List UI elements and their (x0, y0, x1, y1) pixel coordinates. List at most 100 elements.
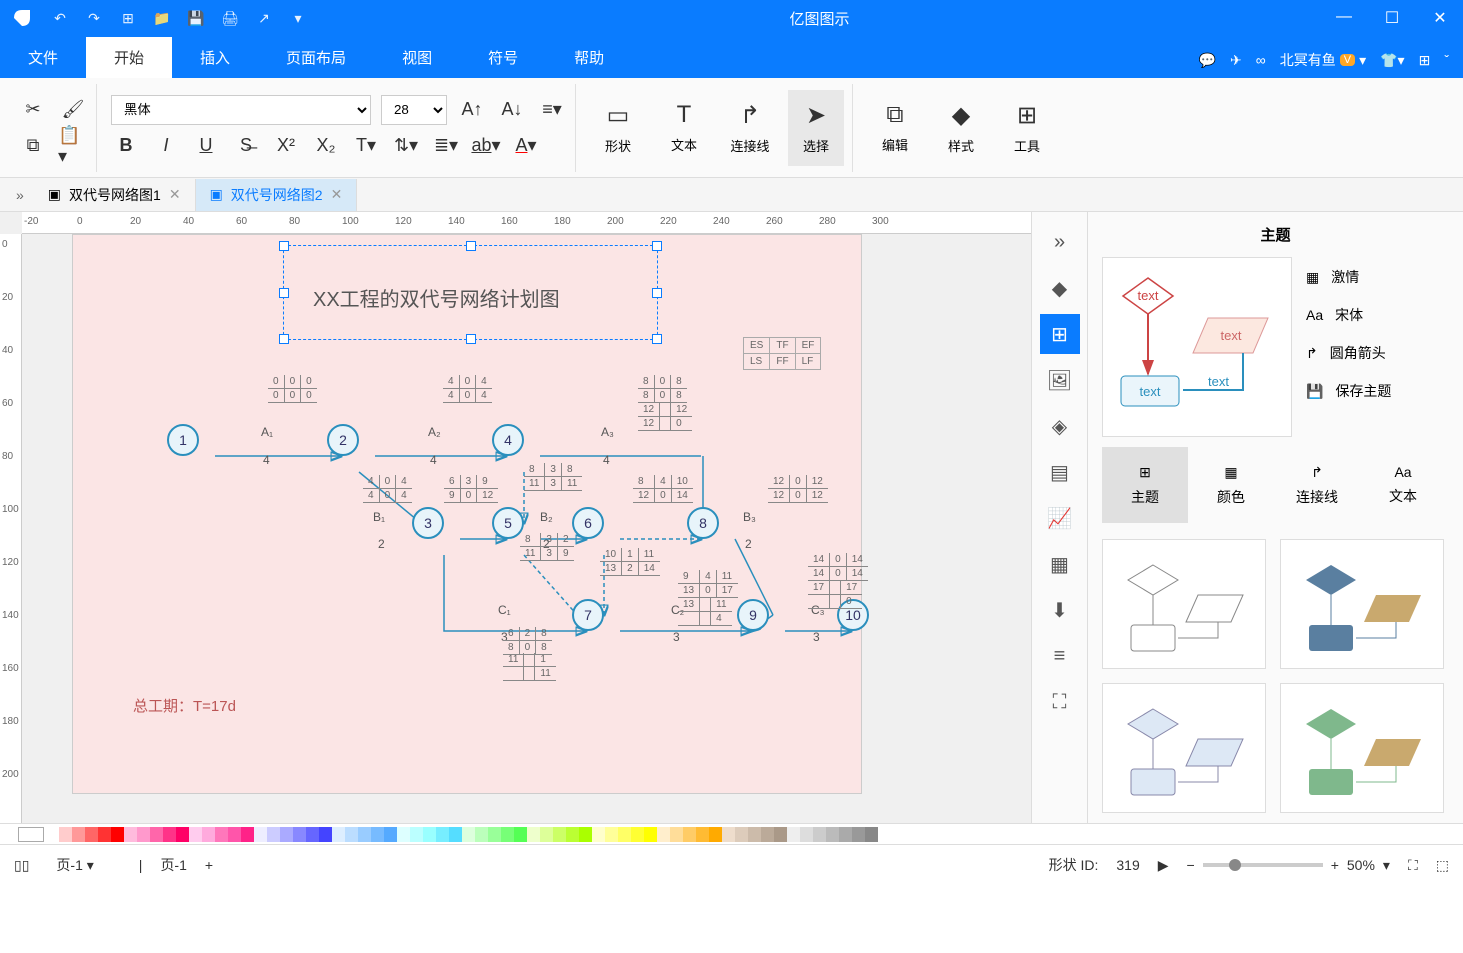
expand-docs-button[interactable]: » (6, 187, 34, 203)
minimize-button[interactable]: — (1329, 8, 1359, 28)
increase-font-button[interactable]: A↑ (457, 95, 487, 125)
bullets-button[interactable]: ≣▾ (431, 131, 461, 161)
theme-thumb[interactable] (1280, 539, 1444, 669)
color-swatch[interactable] (670, 827, 683, 842)
theme-opt-save[interactable]: 💾保存主题 (1306, 381, 1449, 401)
color-swatch[interactable] (267, 827, 280, 842)
decrease-font-button[interactable]: A↓ (497, 95, 527, 125)
user-menu[interactable]: 北冥有鱼V▾ (1280, 50, 1366, 70)
superscript-button[interactable]: X² (271, 131, 301, 161)
theme-opt-passion[interactable]: ▦激情 (1306, 267, 1449, 287)
color-swatch[interactable] (748, 827, 761, 842)
color-swatch[interactable] (319, 827, 332, 842)
color-swatch[interactable] (215, 827, 228, 842)
color-swatch[interactable] (735, 827, 748, 842)
color-swatch[interactable] (787, 827, 800, 842)
theme-panel-button[interactable]: ⊞ (1040, 314, 1080, 354)
style-tool-button[interactable]: ◆样式 (933, 90, 989, 166)
new-button[interactable]: ⊞ (116, 6, 140, 30)
color-swatch[interactable] (722, 827, 735, 842)
open-button[interactable]: 📁 (150, 6, 174, 30)
theme-thumb[interactable] (1102, 539, 1266, 669)
diagram-title[interactable]: XX工程的双代号网络计划图 (313, 283, 560, 312)
doc-tab-2[interactable]: ▣ 双代号网络图2 ✕ (196, 179, 358, 211)
color-swatch[interactable] (384, 827, 397, 842)
apps-icon[interactable]: ⊞ (1419, 52, 1431, 69)
color-swatch[interactable] (644, 827, 657, 842)
color-swatch[interactable] (709, 827, 722, 842)
chart-panel-button[interactable]: 📈 (1040, 498, 1080, 538)
save-button[interactable]: 💾 (184, 6, 208, 30)
subscript-button[interactable]: X₂ (311, 131, 341, 161)
expand-panel-button[interactable]: » (1040, 222, 1080, 262)
select-tool-button[interactable]: ➤选择 (788, 90, 844, 166)
edit-tool-button[interactable]: ⧉编辑 (867, 90, 923, 166)
share-icon[interactable]: ∞ (1256, 52, 1266, 68)
format-painter-button[interactable]: 🖌 (58, 95, 88, 125)
color-swatch[interactable] (488, 827, 501, 842)
export-panel-button[interactable]: ⬇ (1040, 590, 1080, 630)
undo-button[interactable]: ↶ (48, 6, 72, 30)
tab-file[interactable]: 文件 (0, 37, 86, 78)
tab-page-layout[interactable]: 页面布局 (258, 37, 374, 78)
close-tab-button[interactable]: ✕ (331, 186, 343, 203)
node-7[interactable]: 7 (572, 599, 604, 631)
color-swatch[interactable] (566, 827, 579, 842)
shape-tool-button[interactable]: ▭形状 (590, 90, 646, 166)
color-swatch[interactable] (527, 827, 540, 842)
color-swatch[interactable] (813, 827, 826, 842)
color-swatch[interactable] (501, 827, 514, 842)
color-swatch[interactable] (72, 827, 85, 842)
color-swatch[interactable] (306, 827, 319, 842)
layers-panel-button[interactable]: ◈ (1040, 406, 1080, 446)
theme-thumb[interactable] (1102, 683, 1266, 813)
table-panel-button[interactable]: ▦ (1040, 544, 1080, 584)
color-swatch[interactable] (59, 827, 72, 842)
panel-tab-text[interactable]: Aa文本 (1360, 447, 1446, 523)
outline-panel-button[interactable]: ▤ (1040, 452, 1080, 492)
add-page-button[interactable]: + (205, 857, 213, 873)
color-swatch[interactable] (657, 827, 670, 842)
theme-opt-arrow[interactable]: ↱圆角箭头 (1306, 343, 1449, 363)
send-icon[interactable]: ✈ (1230, 52, 1242, 69)
color-swatch[interactable] (540, 827, 553, 842)
font-color-button[interactable]: A▾ (511, 131, 541, 161)
copy-button[interactable]: ⧉ (18, 131, 48, 161)
page-selector[interactable]: 页-1 ▾ (47, 850, 120, 880)
color-swatch[interactable] (280, 827, 293, 842)
tab-start[interactable]: 开始 (86, 37, 172, 78)
maximize-button[interactable]: ☐ (1377, 8, 1407, 28)
node-6[interactable]: 6 (572, 507, 604, 539)
color-swatch[interactable] (475, 827, 488, 842)
node-4[interactable]: 4 (492, 424, 524, 456)
chat-icon[interactable]: 💬 (1199, 52, 1216, 69)
color-swatch[interactable] (293, 827, 306, 842)
color-swatch[interactable] (345, 827, 358, 842)
zoom-in-button[interactable]: + (1331, 857, 1339, 873)
bold-button[interactable]: B (111, 131, 141, 161)
color-swatch[interactable] (228, 827, 241, 842)
color-swatch[interactable] (46, 827, 59, 842)
tab-help[interactable]: 帮助 (546, 37, 632, 78)
color-swatch[interactable] (800, 827, 813, 842)
color-swatch[interactable] (98, 827, 111, 842)
color-swatch[interactable] (241, 827, 254, 842)
color-swatch[interactable] (423, 827, 436, 842)
italic-button[interactable]: I (151, 131, 181, 161)
color-swatch[interactable] (696, 827, 709, 842)
zoom-out-button[interactable]: − (1187, 857, 1195, 873)
tab-symbol[interactable]: 符号 (460, 37, 546, 78)
color-swatch[interactable] (150, 827, 163, 842)
tab-view[interactable]: 视图 (374, 37, 460, 78)
tab-insert[interactable]: 插入 (172, 37, 258, 78)
color-swatch[interactable] (163, 827, 176, 842)
no-fill-swatch[interactable] (18, 827, 44, 842)
tool-button[interactable]: ⊞工具 (999, 90, 1055, 166)
node-1[interactable]: 1 (167, 424, 199, 456)
color-swatch[interactable] (189, 827, 202, 842)
connector-tool-button[interactable]: ↱连接线 (722, 90, 778, 166)
color-swatch[interactable] (553, 827, 566, 842)
underline-button[interactable]: U (191, 131, 221, 161)
color-swatch[interactable] (202, 827, 215, 842)
qat-more-button[interactable]: ▾ (286, 6, 310, 30)
